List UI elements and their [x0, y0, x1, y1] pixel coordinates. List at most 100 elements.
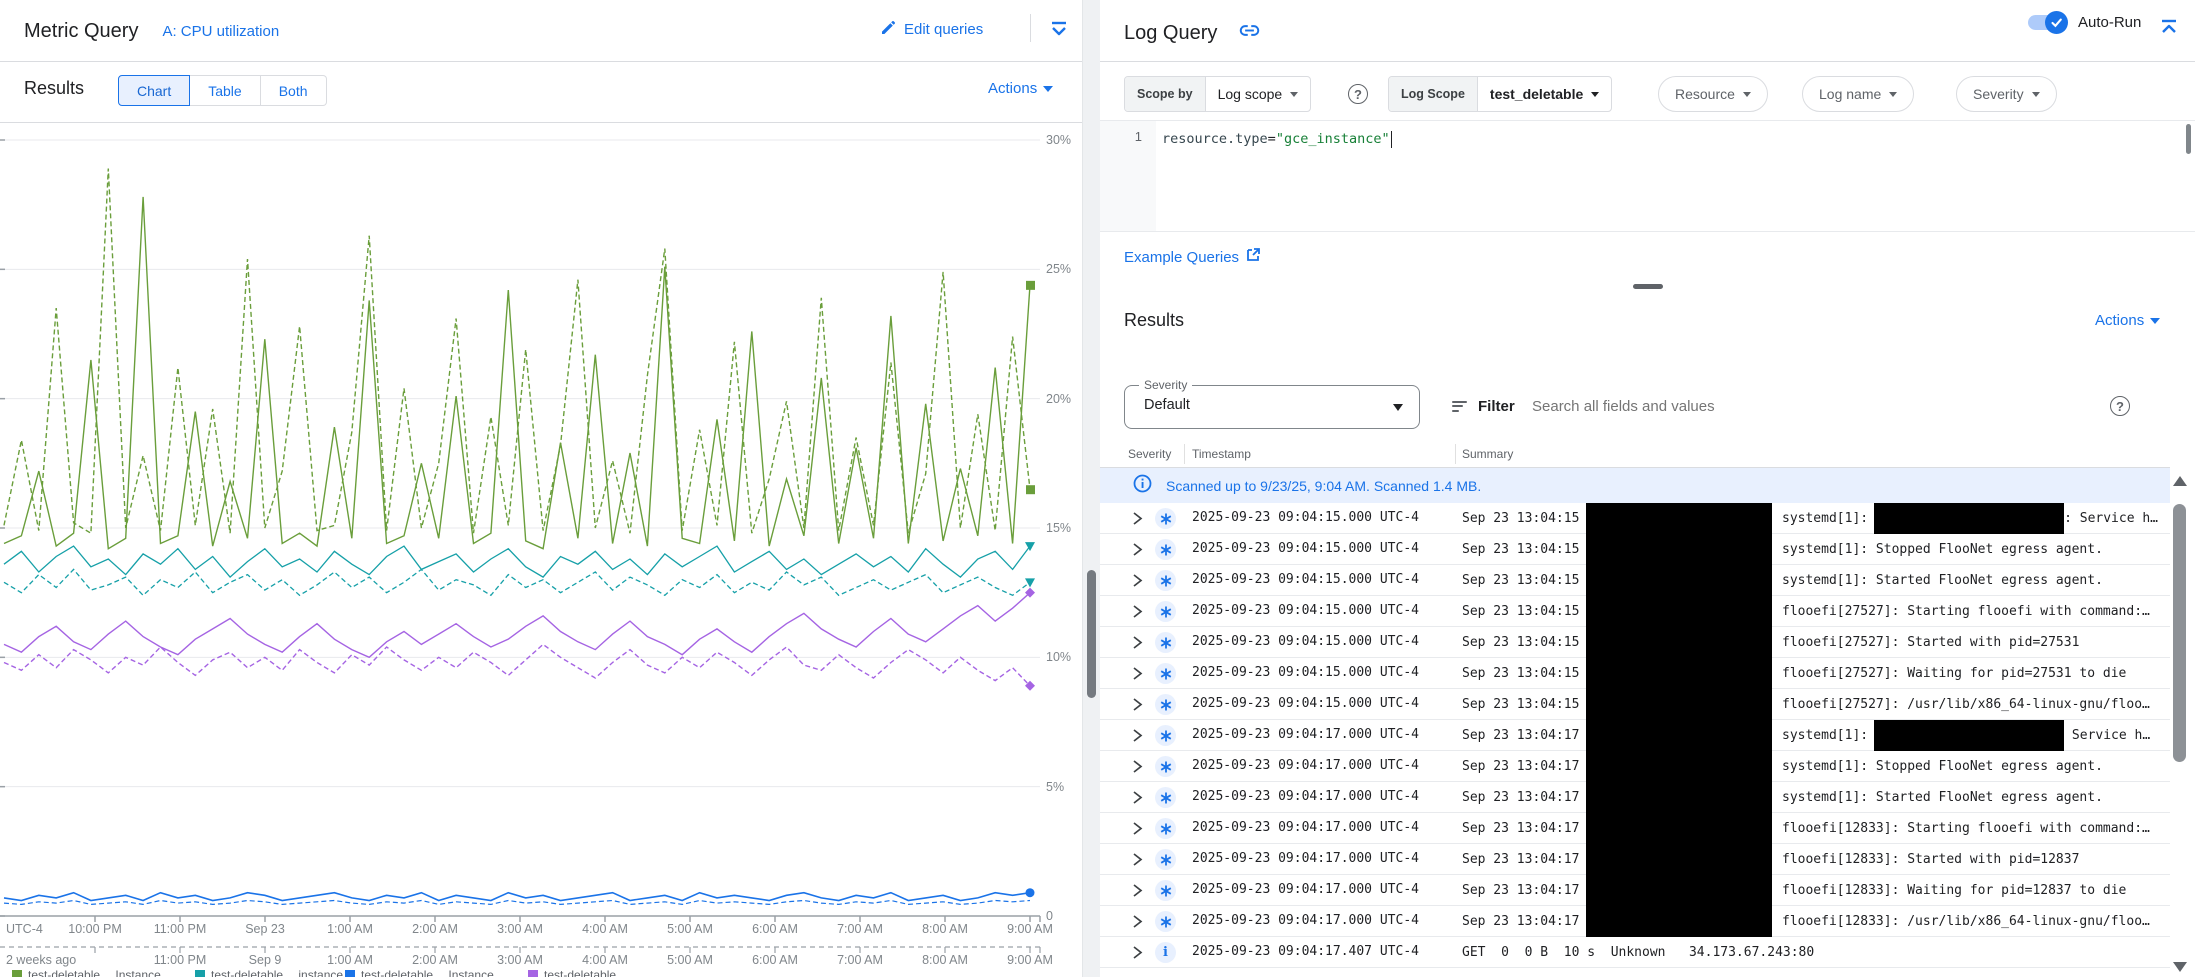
x-tick-label: 2 weeks ago: [6, 953, 76, 967]
log-summary: GET 0 0 B 10 s Unknown 34.173.67.243:80: [1462, 937, 1814, 968]
expand-chevron-icon[interactable]: [1130, 852, 1144, 872]
log-table-row[interactable]: 2025-09-23 09:04:17.000 UTC-4Sep 23 13:0…: [1100, 813, 2170, 844]
log-table-row[interactable]: 2025-09-23 09:04:17.000 UTC-4Sep 23 13:0…: [1100, 906, 2170, 937]
log-table-row[interactable]: 2025-09-23 09:04:17.000 UTC-4Sep 23 13:0…: [1100, 720, 2170, 751]
tab-chart[interactable]: Chart: [118, 75, 190, 106]
splitter-handle[interactable]: [1087, 570, 1096, 698]
severity-filter-pill[interactable]: Severity: [1956, 76, 2057, 112]
log-actions-menu[interactable]: Actions: [2095, 312, 2160, 329]
expand-chevron-icon[interactable]: [1130, 511, 1144, 531]
redacted-hostname-block: [1586, 875, 1772, 906]
summary-message-tail: Service h…: [2064, 728, 2150, 743]
severity-default-icon: [1155, 787, 1176, 808]
scan-info-banner: Scanned up to 9/23/25, 9:04 AM. Scanned …: [1100, 468, 2170, 503]
redacted-hostname-block: [1586, 751, 1772, 782]
series-blue-solid: [4, 893, 1030, 901]
expand-chevron-icon[interactable]: [1130, 790, 1144, 810]
expand-chevron-icon[interactable]: [1130, 914, 1144, 934]
legend-item[interactable]: test-deletable… instance…: [195, 968, 355, 977]
editor-code-line[interactable]: resource.type="gce_instance": [1162, 126, 1392, 152]
log-scrollbar-thumb[interactable]: [2173, 504, 2186, 762]
log-table-row[interactable]: 2025-09-23 09:04:15.000 UTC-4Sep 23 13:0…: [1100, 658, 2170, 689]
scope-help-icon[interactable]: ?: [1348, 84, 1368, 104]
metric-actions-menu[interactable]: Actions: [988, 80, 1053, 97]
log-timestamp: 2025-09-23 09:04:17.000 UTC-4: [1192, 758, 1419, 773]
header-separator: [1030, 14, 1031, 42]
severity-default-icon: [1155, 880, 1176, 901]
log-table-row[interactable]: i2025-09-23 09:04:17.407 UTC-4GET 0 0 B …: [1100, 937, 2170, 968]
caret-down-icon: [1043, 86, 1053, 92]
log-table-row[interactable]: 2025-09-23 09:04:17.000 UTC-4Sep 23 13:0…: [1100, 844, 2170, 875]
log-timestamp: 2025-09-23 09:04:17.000 UTC-4: [1192, 789, 1419, 804]
severity-pill-label: Severity: [1973, 86, 2024, 102]
expand-chevron-icon[interactable]: [1130, 604, 1144, 624]
expand-chevron-icon[interactable]: [1130, 542, 1144, 562]
filter-help-icon[interactable]: ?: [2110, 396, 2130, 416]
code-string-value: "gce_instance": [1276, 131, 1390, 147]
legend-item[interactable]: test-deletable… Instance…: [12, 968, 173, 977]
expand-chevron-icon[interactable]: [1130, 728, 1144, 748]
copy-link-icon[interactable]: [1239, 20, 1260, 46]
log-scope-dropdown[interactable]: test_deletable: [1478, 77, 1611, 111]
summary-message: flooefi[12833]: Waiting for pid=12837 to…: [1782, 883, 2126, 898]
expand-chevron-icon[interactable]: [1130, 635, 1144, 655]
log-timestamp: 2025-09-23 09:04:15.000 UTC-4: [1192, 572, 1419, 587]
panel-splitter[interactable]: [1082, 0, 1100, 977]
log-search-input[interactable]: [1532, 392, 2092, 420]
log-table-row[interactable]: 2025-09-23 09:04:17.000 UTC-4Sep 23 13:0…: [1100, 782, 2170, 813]
metric-query-a-link[interactable]: A: CPU utilization: [162, 23, 279, 40]
resize-drag-handle[interactable]: [1633, 284, 1663, 289]
log-name-filter-pill[interactable]: Log name: [1802, 76, 1914, 112]
log-table-row[interactable]: 2025-09-23 09:04:15.000 UTC-4Sep 23 13:0…: [1100, 689, 2170, 720]
expand-chevron-icon[interactable]: [1130, 883, 1144, 903]
resource-filter-pill[interactable]: Resource: [1658, 76, 1768, 112]
log-summary: Sep 23 13:04:15flooefi[27527]: Started w…: [1462, 627, 2079, 658]
collapse-chart-panel-icon[interactable]: [1048, 18, 1070, 45]
severity-default-icon: [1155, 508, 1176, 529]
tab-both[interactable]: Both: [261, 75, 327, 106]
log-timestamp: 2025-09-23 09:04:15.000 UTC-4: [1192, 541, 1419, 556]
log-table-row[interactable]: 2025-09-23 09:04:17.000 UTC-4Sep 23 13:0…: [1100, 751, 2170, 782]
tab-table[interactable]: Table: [190, 75, 260, 106]
cpu-utilization-chart[interactable]: [0, 122, 1082, 977]
expand-chevron-icon[interactable]: [1130, 759, 1144, 779]
legend-item[interactable]: test-deletable…: [528, 968, 628, 977]
severity-dropdown[interactable]: Severity Default: [1124, 385, 1420, 429]
editor-scrollbar-thumb[interactable]: [2186, 124, 2191, 154]
log-table-row[interactable]: 2025-09-23 09:04:17.000 UTC-4Sep 23 13:0…: [1100, 875, 2170, 906]
log-table-row[interactable]: 2025-09-23 09:04:15.000 UTC-4Sep 23 13:0…: [1100, 565, 2170, 596]
log-scope-value: test_deletable: [1490, 86, 1583, 102]
summary-message: flooefi[27527]: Waiting for pid=27531 to…: [1782, 666, 2126, 681]
log-table-row[interactable]: 2025-09-23 09:04:15.000 UTC-4Sep 23 13:0…: [1100, 503, 2170, 534]
log-table-row[interactable]: 2025-09-23 09:04:15.000 UTC-4Sep 23 13:0…: [1100, 627, 2170, 658]
x-tick-label: 10:00 PM: [68, 922, 122, 936]
collapse-log-panel-icon[interactable]: [2158, 16, 2180, 43]
edit-queries-button[interactable]: Edit queries: [880, 19, 983, 40]
x-tick-label: 3:00 AM: [497, 953, 543, 967]
log-results-heading: Results: [1124, 310, 1184, 331]
scroll-up-arrow[interactable]: [2173, 476, 2187, 486]
auto-run-toggle[interactable]: [2028, 15, 2064, 30]
summary-message: flooefi[27527]: Starting flooefi with co…: [1782, 604, 2150, 619]
redacted-hostname-block: [1586, 844, 1772, 875]
auto-run-toggle-knob: [2045, 11, 2068, 34]
expand-chevron-icon[interactable]: [1130, 573, 1144, 593]
log-table-row[interactable]: 2025-09-23 09:04:15.000 UTC-4Sep 23 13:0…: [1100, 596, 2170, 627]
expand-chevron-icon[interactable]: [1130, 945, 1144, 965]
scroll-down-arrow[interactable]: [2173, 962, 2187, 972]
log-table-row[interactable]: 2025-09-23 09:04:15.000 UTC-4Sep 23 13:0…: [1100, 534, 2170, 565]
expand-chevron-icon[interactable]: [1130, 697, 1144, 717]
caret-down-icon: [1889, 92, 1897, 97]
caret-down-icon: [1290, 92, 1298, 97]
legend-swatch: [345, 970, 355, 977]
redacted-hostname-block: [1586, 503, 1772, 534]
legend-item[interactable]: test-deletable… Instance…: [345, 968, 506, 977]
log-scope-label: Log Scope: [1389, 77, 1478, 111]
external-link-icon: [1246, 248, 1260, 266]
expand-chevron-icon[interactable]: [1130, 821, 1144, 841]
scope-by-dropdown[interactable]: Log scope: [1206, 77, 1311, 111]
log-query-editor[interactable]: 1 resource.type="gce_instance": [1100, 120, 2195, 232]
example-queries-link[interactable]: Example Queries: [1124, 248, 1260, 266]
legend-swatch: [12, 970, 22, 977]
expand-chevron-icon[interactable]: [1130, 666, 1144, 686]
